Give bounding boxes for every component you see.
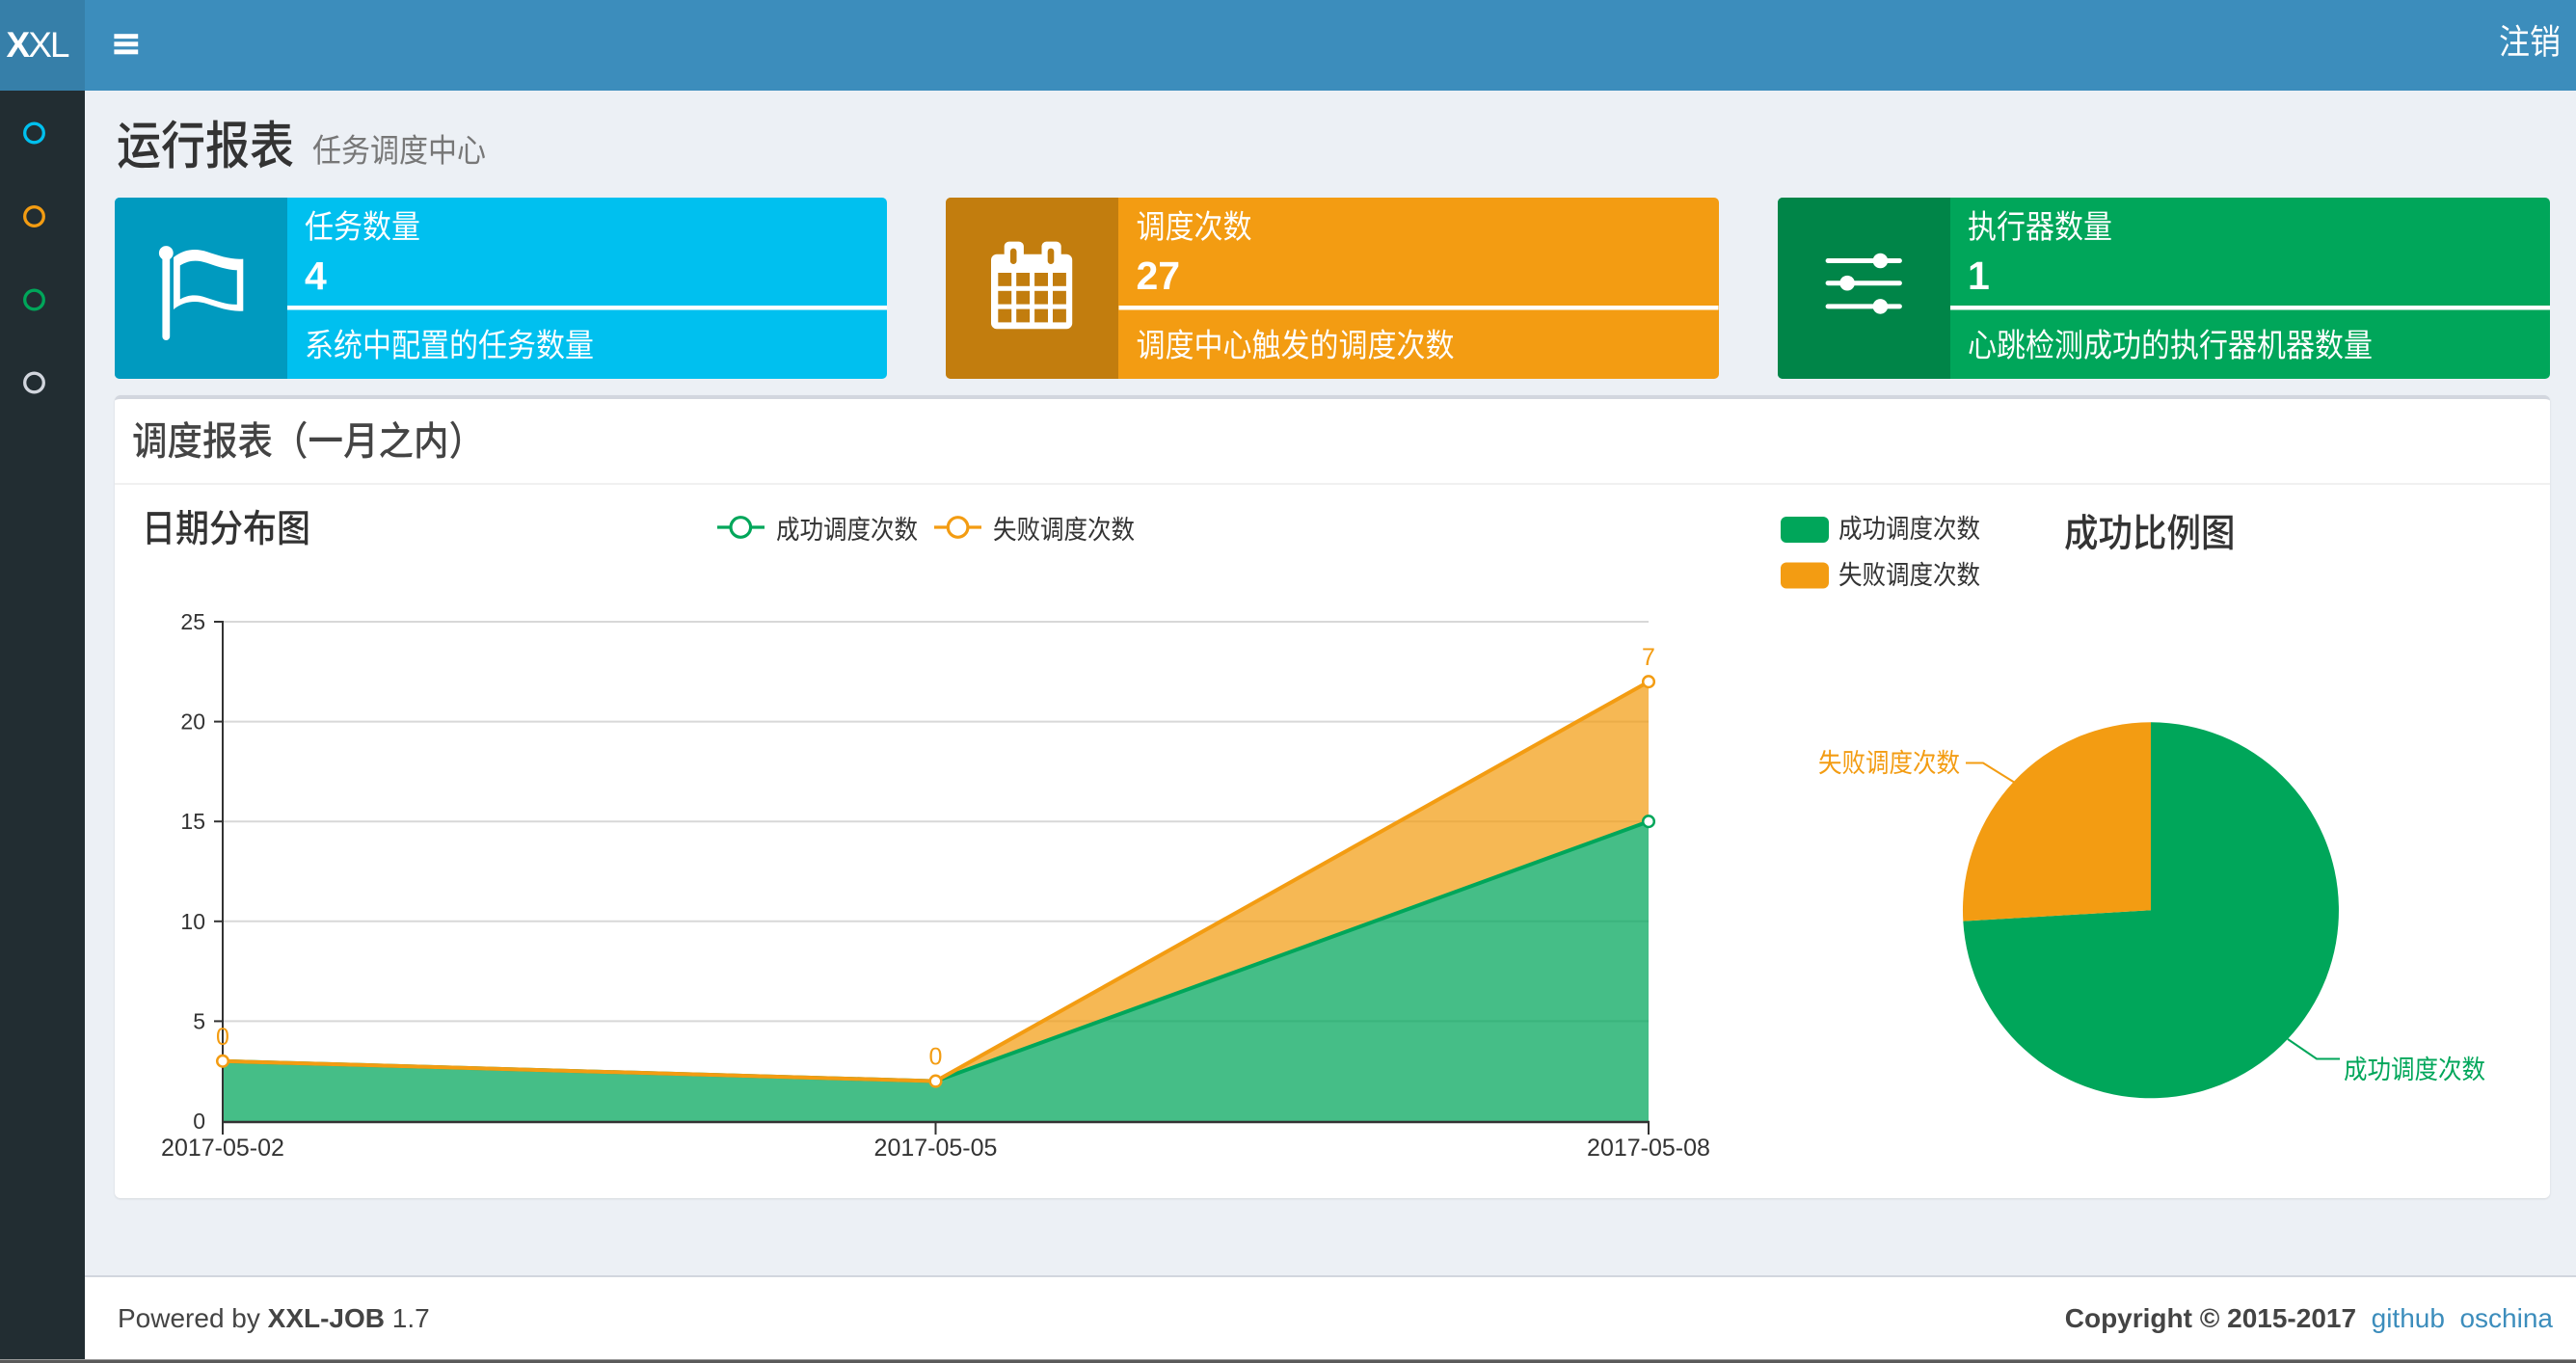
svg-text:2017-05-02: 2017-05-02 [161,1135,284,1162]
svg-text:0: 0 [216,1024,229,1051]
svg-text:25: 25 [180,609,205,634]
svg-text:0: 0 [193,1109,205,1134]
svg-text:0: 0 [929,1044,943,1071]
svg-text:2017-05-05: 2017-05-05 [874,1135,998,1162]
svg-text:27: 27 [1137,254,1181,298]
svg-text:20: 20 [180,709,205,735]
svg-text:15: 15 [180,809,205,834]
svg-text:10: 10 [180,909,205,934]
svg-text:2017-05-08: 2017-05-08 [1587,1135,1710,1162]
svg-text:4: 4 [305,254,327,298]
svg-text:7: 7 [1642,644,1655,671]
svg-text:5: 5 [193,1008,205,1033]
svg-text:1: 1 [1968,254,1990,298]
